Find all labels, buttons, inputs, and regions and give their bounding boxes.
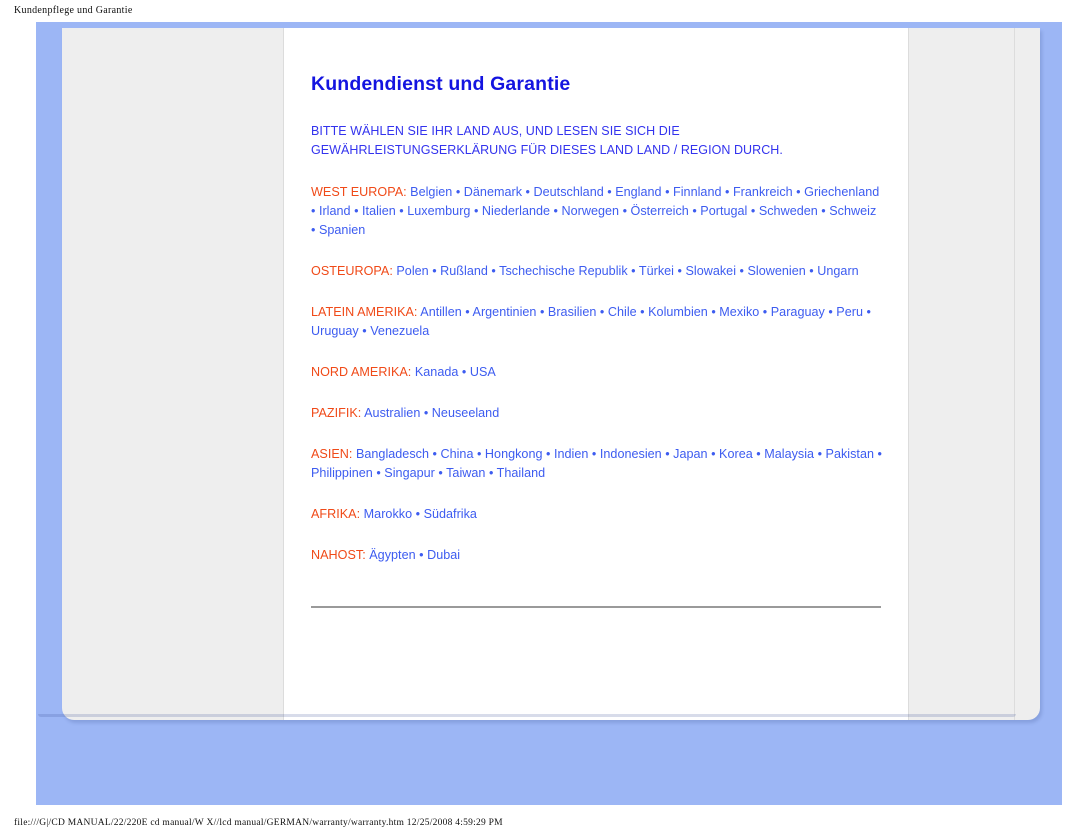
region-block-pazifik: PAZIFIK: Australien • Neuseeland xyxy=(311,404,882,423)
region-countries[interactable]: Ägypten • Dubai xyxy=(369,548,460,562)
panel-vertical-rule-right xyxy=(908,28,909,720)
content-panel: Kundendienst und Garantie BITTE WÄHLEN S… xyxy=(62,28,1040,720)
region-block-nahost: NAHOST: Ägypten • Dubai xyxy=(311,546,882,565)
region-label: LATEIN AMERIKA: xyxy=(311,305,418,319)
page-title: Kundendienst und Garantie xyxy=(311,73,571,95)
panel-bottom-shadow xyxy=(38,714,1016,717)
print-footer-text: file:///G|/CD MANUAL/22/220E cd manual/W… xyxy=(14,818,503,828)
print-header-text: Kundenpflege und Garantie xyxy=(14,5,133,16)
region-block-nord-amerika: NORD AMERIKA: Kanada • USA xyxy=(311,363,882,382)
region-block-osteuropa: OSTEUROPA: Polen • Rußland • Tschechisch… xyxy=(311,262,882,281)
region-block-asien: ASIEN: Bangladesch • China • Hongkong • … xyxy=(311,445,882,483)
region-label: OSTEUROPA: xyxy=(311,264,393,278)
region-countries[interactable]: Bangladesch • China • Hongkong • Indien … xyxy=(311,447,882,480)
panel-vertical-rule-far-right xyxy=(1014,28,1015,720)
region-block-west-europa: WEST EUROPA: Belgien • Dänemark • Deutsc… xyxy=(311,183,882,240)
region-label: AFRIKA: xyxy=(311,507,361,521)
region-countries[interactable]: Polen • Rußland • Tschechische Republik … xyxy=(396,264,858,278)
lead-instruction: BITTE WÄHLEN SIE IHR LAND AUS, UND LESEN… xyxy=(311,124,783,157)
content-divider xyxy=(311,606,881,608)
region-label: NAHOST: xyxy=(311,548,366,562)
region-countries[interactable]: Kanada • USA xyxy=(415,365,496,379)
region-label: ASIEN: xyxy=(311,447,353,461)
region-label: NORD AMERIKA: xyxy=(311,365,412,379)
region-block-latein-amerika: LATEIN AMERIKA: Antillen • Argentinien •… xyxy=(311,303,882,341)
text-column: Kundendienst und Garantie BITTE WÄHLEN S… xyxy=(284,28,908,720)
region-countries[interactable]: Australien • Neuseeland xyxy=(364,406,499,420)
region-label: WEST EUROPA: xyxy=(311,185,407,199)
region-countries[interactable]: Marokko • Südafrika xyxy=(364,507,477,521)
region-block-afrika: AFRIKA: Marokko • Südafrika xyxy=(311,505,882,524)
print-footer: file:///G|/CD MANUAL/22/220E cd manual/W… xyxy=(14,818,503,828)
region-label: PAZIFIK: xyxy=(311,406,362,420)
page-body: Kundendienst und Garantie BITTE WÄHLEN S… xyxy=(36,22,1062,805)
print-header: Kundenpflege und Garantie xyxy=(14,5,133,16)
